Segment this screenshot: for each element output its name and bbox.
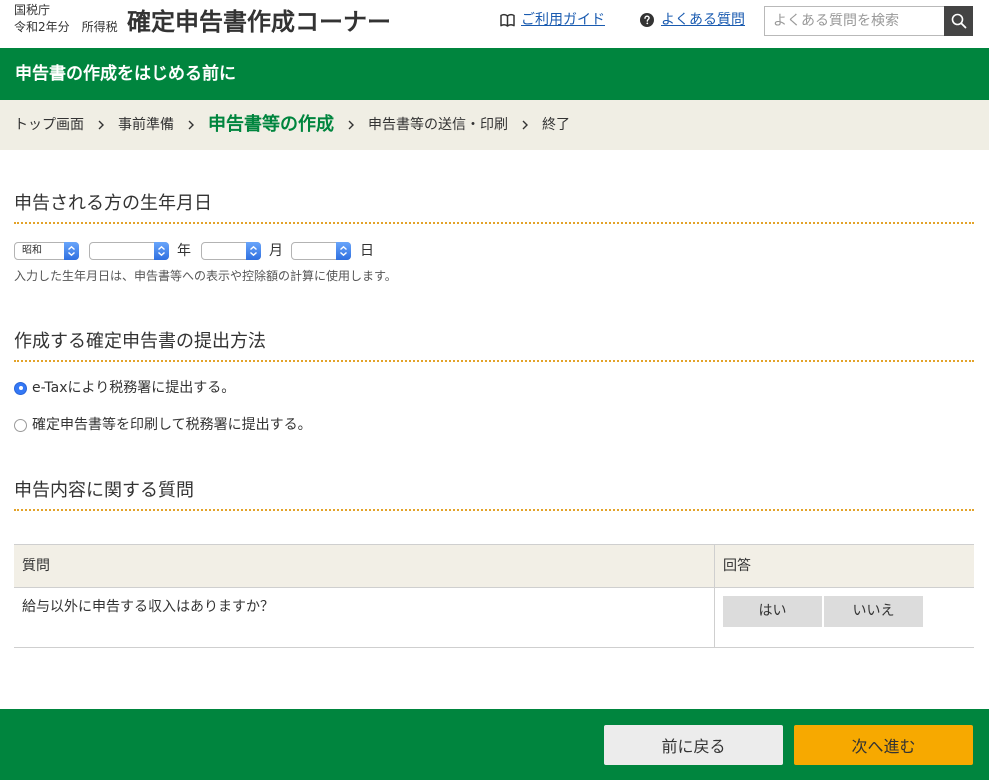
faq-label: よくある質問 xyxy=(661,12,745,28)
app-title: 確定申告書作成コーナー xyxy=(127,8,391,36)
column-header-question: 質問 xyxy=(22,558,50,574)
agency-name: 国税庁 xyxy=(14,3,51,17)
select-arrows-icon xyxy=(154,242,169,260)
questions-heading: 申告内容に関する質問 xyxy=(14,477,974,511)
filing-option-etax[interactable]: e-Taxにより税務署に提出する。 xyxy=(14,379,235,397)
radio-button-print[interactable] xyxy=(14,418,27,432)
breadcrumb-step-preparation: 事前準備 xyxy=(118,117,174,133)
step-breadcrumb: トップ画面 事前準備 申告書等の作成 申告書等の送信・印刷 終了 xyxy=(0,100,989,150)
questions-table: 質問 回答 給与以外に申告する収入はありますか？ はい いいえ xyxy=(14,544,974,648)
birthdate-heading: 申告される方の生年月日 xyxy=(14,190,974,224)
day-unit-label: 日 xyxy=(360,243,374,259)
answer-yes-button[interactable]: はい xyxy=(723,596,822,627)
page-title: 申告書の作成をはじめる前に xyxy=(15,64,236,84)
chevron-right-icon xyxy=(97,119,105,131)
faq-link[interactable]: よくある質問 xyxy=(640,11,745,29)
filing-option-etax-label: e-Taxにより税務署に提出する。 xyxy=(32,380,236,396)
filing-option-print-label: 確定申告書等を印刷して税務署に提出する。 xyxy=(32,417,312,433)
question-text: 給与以外に申告する収入はありますか？ xyxy=(22,599,274,615)
birth-month-select[interactable] xyxy=(201,242,261,260)
table-header-row: 質問 回答 xyxy=(14,545,974,588)
breadcrumb-step-top: トップ画面 xyxy=(14,117,84,133)
birthdate-note: 入力した生年月日は、申告書等への表示や控除額の計算に使用します。 xyxy=(14,269,397,283)
search-icon xyxy=(951,13,967,29)
back-button[interactable]: 前に戻る xyxy=(604,725,783,765)
era-select-value: 昭和 xyxy=(22,245,42,256)
user-guide-link[interactable]: ご利用ガイド xyxy=(500,11,605,29)
select-arrows-icon xyxy=(246,242,261,260)
answer-no-button[interactable]: いいえ xyxy=(824,596,923,627)
radio-button-etax[interactable] xyxy=(14,381,27,395)
chevron-right-icon xyxy=(521,119,529,131)
filing-method-heading: 作成する確定申告書の提出方法 xyxy=(14,328,974,362)
footer-bar: 前に戻る 次へ進む xyxy=(0,709,989,780)
breadcrumb-step-send-print: 申告書等の送信・印刷 xyxy=(368,117,508,133)
search-button[interactable] xyxy=(944,6,973,36)
user-guide-label: ご利用ガイド xyxy=(521,12,605,28)
page-banner: 申告書の作成をはじめる前に xyxy=(0,48,989,100)
faq-search-input[interactable] xyxy=(764,6,945,36)
select-arrows-icon xyxy=(336,242,351,260)
birth-year-select[interactable] xyxy=(89,242,169,260)
breadcrumb-step-finish: 終了 xyxy=(542,117,570,133)
question-circle-icon xyxy=(640,13,655,27)
site-header: 国税庁 令和2年分 所得税 確定申告書作成コーナー ご利用ガイド よくある質問 xyxy=(0,0,989,48)
breadcrumb-step-create: 申告書等の作成 xyxy=(208,114,334,135)
column-header-answer: 回答 xyxy=(714,545,974,587)
chevron-right-icon xyxy=(347,119,355,131)
next-button[interactable]: 次へ進む xyxy=(794,725,973,765)
chevron-right-icon xyxy=(187,119,195,131)
select-arrows-icon xyxy=(64,242,79,260)
birth-day-select[interactable] xyxy=(291,242,351,260)
tax-year-label: 令和2年分 所得税 xyxy=(14,20,118,34)
era-select[interactable]: 昭和 xyxy=(14,242,79,260)
answer-cell: はい いいえ xyxy=(714,588,974,647)
year-unit-label: 年 xyxy=(177,243,191,259)
filing-option-print[interactable]: 確定申告書等を印刷して税務署に提出する。 xyxy=(14,416,312,434)
table-row: 給与以外に申告する収入はありますか？ はい いいえ xyxy=(14,588,974,648)
month-unit-label: 月 xyxy=(269,243,283,259)
book-icon xyxy=(500,13,515,27)
